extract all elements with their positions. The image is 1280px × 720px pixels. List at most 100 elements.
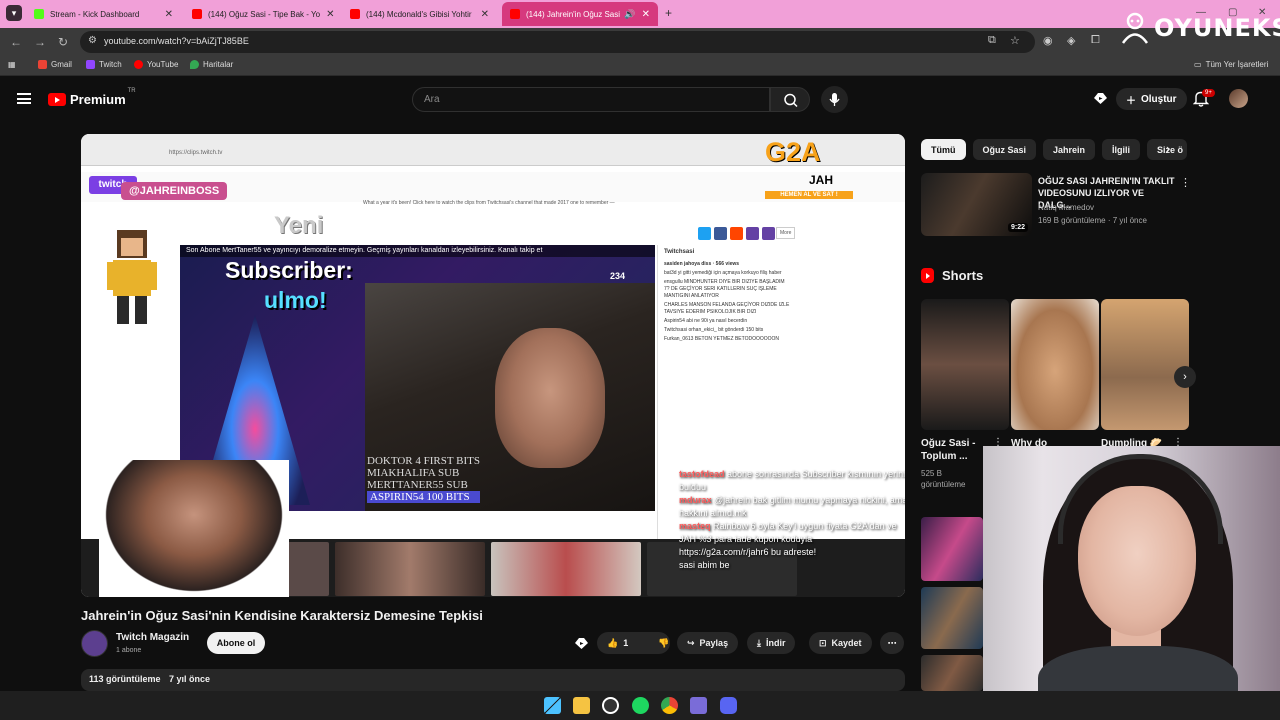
youtube-header: Premium TR ＋ Oluştur 9+ (0, 77, 1280, 121)
dislike-button[interactable]: 👎 (648, 632, 679, 654)
chip-oguz-sasi[interactable]: Oğuz Sasi (972, 139, 1037, 160)
bookmark-twitch[interactable]: Twitch (86, 60, 122, 69)
premium-badge-icon[interactable] (574, 636, 590, 652)
bookmark-star-icon[interactable]: ☆ (1010, 34, 1020, 47)
notification-badge: 9+ (1202, 89, 1215, 97)
more-button[interactable]: More (776, 227, 796, 239)
windows-start-icon[interactable] (544, 697, 561, 714)
reddit-icon[interactable] (730, 227, 743, 240)
twitch-share-icon[interactable] (746, 227, 759, 240)
like-dislike-group: 👍 1 👎 (597, 632, 670, 654)
chip-related[interactable]: İlgili (1102, 139, 1141, 160)
extensions-puzzle-icon[interactable]: ⧠ (1091, 34, 1100, 47)
more-actions-button[interactable]: ⋯ (880, 632, 904, 654)
forward-icon[interactable]: → (34, 35, 46, 49)
video-thumbnail[interactable] (921, 655, 983, 691)
speaker-icon[interactable]: 🔊 (624, 9, 635, 20)
filter-chips: Tümü Oğuz Sasi Jahrein İlgili Size ö (921, 139, 1188, 160)
menu-icon[interactable] (17, 93, 31, 104)
search-button[interactable] (770, 87, 810, 112)
facebook-icon[interactable] (714, 227, 727, 240)
site-info-icon[interactable]: ⚙ (88, 35, 97, 46)
bookmark-youtube[interactable]: YouTube (134, 60, 178, 69)
close-icon[interactable]: ✕ (636, 9, 650, 20)
bookmark-gmail[interactable]: Gmail (38, 60, 72, 69)
video-thumbnail[interactable] (921, 517, 983, 581)
browser-tab-strip: ▾ Stream - Kick Dashboard ✕ (144) Oğuz S… (0, 0, 1280, 28)
chip-all[interactable]: Tümü (921, 139, 966, 160)
like-button[interactable]: 👍 1 (597, 632, 638, 654)
youtube-logo[interactable]: Premium TR (48, 88, 136, 107)
video-player[interactable]: https://clips.twitch.tv twitch @JAHREINB… (81, 134, 905, 597)
clip-thumbnail[interactable] (491, 542, 641, 596)
recommended-video[interactable]: 9:22 OĞUZ SASI JAHREIN'IN TAKLIT VIDEOSU… (921, 173, 1191, 236)
twitter-icon[interactable] (698, 227, 711, 240)
bookmark-maps[interactable]: Haritalar (190, 60, 233, 69)
new-tab-button[interactable]: + (665, 6, 672, 20)
all-bookmarks[interactable]: ▭ Tüm Yer İşaretleri (1194, 60, 1268, 69)
short-thumbnail[interactable] (921, 299, 1009, 430)
browser-tab-oguz-sasi[interactable]: (144) Oğuz Sasi - Tipe Bak - Yo ✕ (184, 4, 339, 24)
voice-search-button[interactable] (821, 86, 848, 113)
app-icon[interactable] (690, 697, 707, 714)
install-app-icon[interactable]: ⧉ (988, 34, 996, 47)
kick-icon (34, 9, 44, 19)
close-icon[interactable]: ✕ (320, 9, 334, 20)
browser-tab-mcdonalds[interactable]: (144) Mcdonald's Gibisi Yohtir ✕ (342, 4, 497, 24)
spotify-icon[interactable] (632, 697, 649, 714)
short-title[interactable]: Oğuz Sasi - Toplum ... (921, 437, 991, 463)
chevron-right-icon[interactable]: › (1174, 366, 1196, 388)
yeni-label: Yeni (274, 212, 324, 239)
create-button[interactable]: ＋ Oluştur (1116, 88, 1187, 110)
discord-icon[interactable] (720, 697, 737, 714)
description-box[interactable]: 113 görüntüleme 7 yıl önce (81, 669, 905, 691)
chrome-icon[interactable] (661, 697, 678, 714)
account-avatar[interactable] (1229, 89, 1248, 108)
thumbs-down-icon: 👎 (658, 637, 670, 648)
chip-jahrein[interactable]: Jahrein (1043, 139, 1096, 160)
apps-grid-icon[interactable]: ▦ (8, 60, 16, 69)
chevron-right-icon[interactable]: › (1166, 141, 1170, 156)
omnibox[interactable]: ⚙ youtube.com/watch?v=bAiZjTJ85BE (80, 31, 1035, 53)
shorts-header: Shorts (921, 268, 983, 283)
save-button[interactable]: ⊡ Kaydet (809, 632, 872, 654)
back-icon[interactable]: ← (10, 35, 22, 49)
more-vertical-icon[interactable]: ⋮ (1180, 176, 1191, 189)
download-button[interactable]: ⤓ İndir (747, 632, 796, 654)
close-icon[interactable]: ✕ (475, 9, 489, 20)
share-icon: ↪ (687, 637, 695, 648)
short-thumbnail[interactable] (1011, 299, 1099, 430)
video-thumbnail[interactable]: 9:22 (921, 173, 1032, 236)
channel-avatar[interactable] (81, 630, 108, 657)
clip-thumbnail[interactable] (335, 542, 485, 596)
twitch-handle: @JAHREINBOSS (121, 182, 228, 200)
embedded-url: https://clips.twitch.tv (169, 150, 223, 156)
close-icon[interactable]: ✕ (159, 9, 173, 20)
bookmarks-bar: ▦ Gmail Twitch YouTube Haritalar ▭ Tüm Ye… (0, 56, 1280, 76)
file-explorer-icon[interactable] (573, 697, 590, 714)
sub-entry: DOKTOR 4 FIRST BITS (367, 455, 480, 467)
streamer-overlay-webcam (983, 446, 1280, 720)
edit-icon[interactable] (762, 227, 775, 240)
url-text: youtube.com/watch?v=bAiZjTJ85BE (104, 36, 249, 46)
tab-search-icon[interactable]: ▾ (6, 5, 22, 21)
subscribe-button[interactable]: Abone ol (207, 632, 265, 654)
extension-icon[interactable]: ◉ (1043, 34, 1053, 47)
obs-icon[interactable] (602, 697, 619, 714)
overlay-line: masteq Rainbow 6 oyla Key'i uygun fiyata… (679, 521, 897, 544)
chat-overlay: tastofdead abone sonrasında Subscriber k… (679, 468, 905, 572)
g2a-slogan: HEMEN AL VE SAT ! (765, 191, 853, 199)
recommended-channel[interactable]: Natiq Mamedov (1038, 203, 1094, 212)
reload-icon[interactable]: ↻ (58, 35, 68, 49)
premium-badge-icon[interactable] (1093, 91, 1108, 106)
share-button[interactable]: ↪ Paylaş (677, 632, 739, 654)
channel-name[interactable]: Twitch Magazin (116, 632, 189, 643)
webcam-person-face (1078, 486, 1196, 636)
stream-brand-logo: OYUNEKS (1120, 12, 1280, 44)
video-thumbnail[interactable] (921, 587, 983, 649)
browser-tab-jahrein[interactable]: (144) Jahrein'in Oğuz Sasi 🔊 ✕ (502, 2, 658, 26)
short-thumbnail[interactable] (1101, 299, 1189, 430)
extension-icon[interactable]: ◈ (1067, 34, 1075, 47)
browser-tab-kick[interactable]: Stream - Kick Dashboard ✕ (26, 4, 181, 24)
search-input[interactable] (413, 88, 769, 111)
